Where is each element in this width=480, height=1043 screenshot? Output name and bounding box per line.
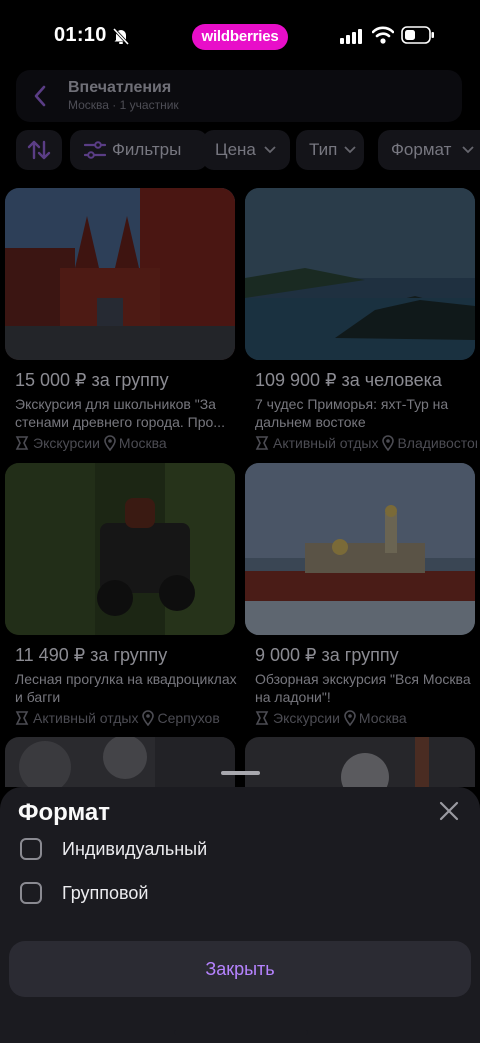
page-title: Впечатления [68, 79, 172, 96]
product-image [5, 737, 235, 787]
checkbox[interactable] [20, 882, 42, 904]
battery-icon [401, 26, 434, 44]
product-price: 109 900 ₽ за человека [255, 370, 442, 390]
product-image [245, 188, 475, 360]
product-image [5, 188, 235, 360]
product-title: Лесная прогулка на квадроциклах и багги [15, 671, 237, 705]
product-meta: Активный отдых Серпухов [15, 710, 237, 728]
signal-icon [340, 29, 362, 44]
product-price: 11 490 ₽ за группу [15, 645, 168, 665]
price-filter-chip[interactable]: Цена [202, 130, 290, 170]
ticket-icon [15, 711, 29, 725]
product-meta: Экскурсии Москва [255, 710, 477, 728]
product-title: Обзорная экскурсия "Вся Москва на ладони… [255, 671, 471, 705]
product-image [5, 463, 235, 635]
format-filter-label: Формат [391, 140, 452, 159]
option-label: Индивидуальный [62, 839, 208, 859]
product-price: 15 000 ₽ за группу [15, 370, 169, 390]
sheet-title: Формат [18, 799, 111, 826]
product-title: Экскурсия для школьников "За стенами дре… [15, 396, 225, 430]
product-price: 9 000 ₽ за группу [255, 645, 399, 665]
location-pin-icon [104, 435, 116, 452]
type-filter-chip[interactable]: Тип [296, 130, 364, 170]
product-category: Активный отдых [273, 435, 379, 451]
format-filter-chip[interactable]: Формат [378, 130, 480, 170]
close-button[interactable]: Закрыть [9, 941, 471, 997]
chevron-down-icon [344, 146, 356, 154]
product-city: Москва [358, 710, 407, 726]
type-filter-label: Тип [309, 140, 338, 159]
home-indicator [174, 1030, 308, 1035]
status-bar: 01:10 wildberries [0, 0, 480, 70]
bell-off-icon [112, 27, 130, 45]
filters-label: Фильтры [112, 140, 182, 159]
page-subtitle: Москва · 1 участник [68, 98, 179, 112]
brand-logo: wildberries [192, 24, 288, 50]
format-bottom-sheet: Формат Индивидуальный Групповой Закрыть [0, 787, 480, 1043]
location-pin-icon [382, 435, 395, 452]
location-pin-icon [142, 710, 155, 727]
product-category: Экскурсии [33, 435, 100, 451]
back-icon[interactable] [32, 83, 48, 109]
location-pin-icon [344, 710, 356, 727]
ticket-icon [255, 436, 269, 450]
product-city: Владивосток [397, 435, 477, 451]
filter-bar: Фильтры Цена Тип Формат [16, 130, 480, 170]
wifi-icon [372, 26, 394, 44]
checkbox[interactable] [20, 838, 42, 860]
product-meta: Экскурсии Москва [15, 435, 237, 453]
close-icon[interactable] [438, 800, 460, 822]
option-label: Групповой [62, 883, 149, 903]
filters-button[interactable]: Фильтры [70, 130, 208, 170]
chevron-down-icon [264, 146, 276, 154]
sort-icon [27, 140, 51, 160]
product-category: Экскурсии [273, 710, 340, 726]
page-header: Впечатления Москва · 1 участник [16, 70, 462, 122]
format-option-individual[interactable]: Индивидуальный [20, 837, 460, 861]
product-category: Активный отдых [33, 710, 139, 726]
product-title: 7 чудес Приморья: яхт-Тур на дальнем вос… [255, 396, 449, 430]
sheet-drag-handle[interactable] [221, 771, 260, 775]
product-meta: Активный отдых Владивосток [255, 435, 477, 453]
format-option-group[interactable]: Групповой [20, 881, 460, 905]
product-city: Москва [118, 435, 167, 451]
ticket-icon [255, 711, 269, 725]
chevron-down-icon [462, 146, 474, 154]
ticket-icon [15, 436, 29, 450]
status-time: 01:10 [54, 24, 107, 46]
product-city: Серпухов [157, 710, 220, 726]
price-filter-label: Цена [215, 140, 256, 159]
product-image [245, 737, 475, 787]
filters-icon [84, 141, 106, 159]
sort-button[interactable] [16, 130, 62, 170]
product-image [245, 463, 475, 635]
